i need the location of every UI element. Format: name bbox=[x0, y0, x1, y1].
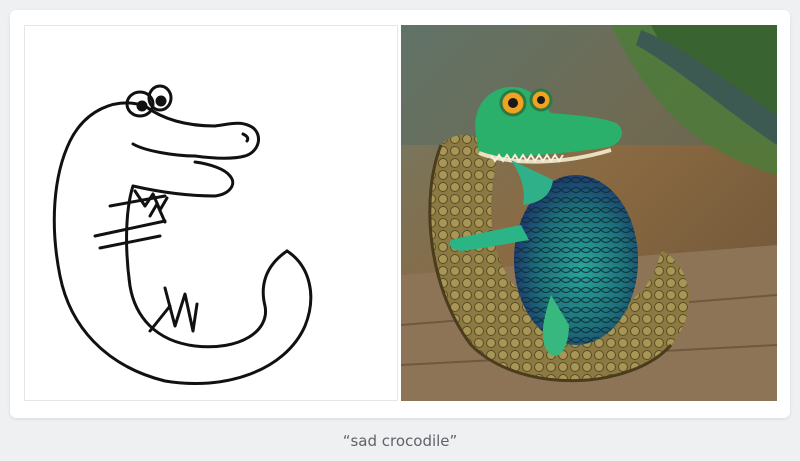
crocodile-sketch-icon bbox=[52, 84, 313, 385]
crocodile-render-icon bbox=[401, 25, 777, 401]
render-image bbox=[401, 25, 777, 401]
caption: “sad crocodile” bbox=[342, 432, 458, 450]
sketch-image bbox=[24, 25, 398, 401]
